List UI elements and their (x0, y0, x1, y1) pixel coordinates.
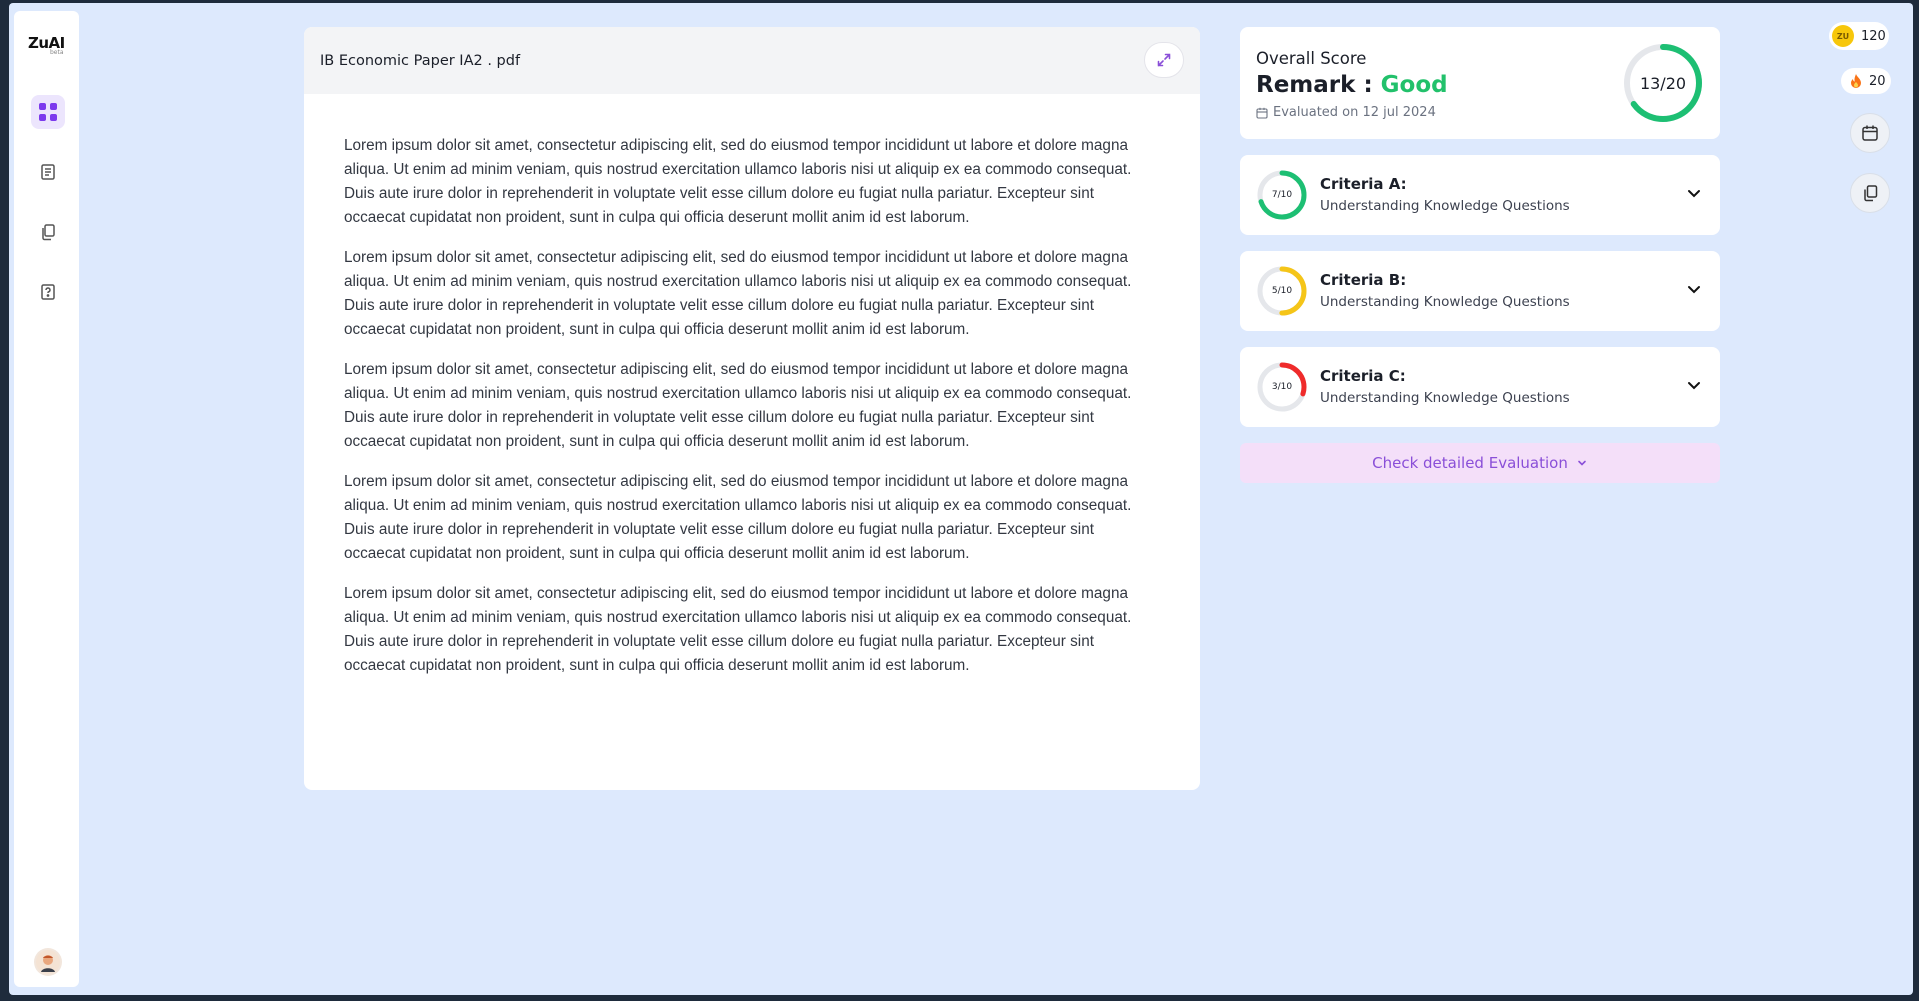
copy-button[interactable] (1850, 173, 1890, 213)
calendar-button[interactable] (1850, 113, 1890, 153)
coins-badge[interactable]: ZU 120 (1829, 22, 1889, 50)
chevron-down-icon[interactable] (1686, 281, 1702, 297)
overall-score-card: Overall Score Remark : Good Evaluated on… (1240, 27, 1720, 139)
criteria-b-score: 5/10 (1271, 286, 1293, 296)
notebook-icon (41, 164, 55, 180)
chevron-down-icon[interactable] (1686, 377, 1702, 393)
remark: Remark : Good (1256, 72, 1448, 98)
sidebar-item-questions[interactable] (31, 275, 65, 309)
criteria-card-c[interactable]: 3/10 Criteria C: Understanding Knowledge… (1240, 347, 1720, 427)
criteria-a-score: 7/10 (1271, 190, 1293, 200)
document-title: IB Economic Paper IA2 . pdf (320, 52, 521, 69)
criteria-c-score: 3/10 (1271, 382, 1293, 392)
criteria-b-ring: 5/10 (1256, 265, 1308, 317)
app-background: ZuAI beta IB Economic Paper IA2 . pdf Lo… (9, 3, 1913, 995)
expand-button[interactable] (1144, 42, 1184, 78)
document-paragraph: Lorem ipsum dolor sit amet, consectetur … (344, 137, 1132, 226)
avatar[interactable] (34, 948, 62, 976)
criteria-card-a[interactable]: 7/10 Criteria A: Understanding Knowledge… (1240, 155, 1720, 235)
document-paragraph: Lorem ipsum dolor sit amet, consectetur … (344, 585, 1132, 674)
criteria-c-subtitle: Understanding Knowledge Questions (1320, 390, 1570, 406)
criteria-b-title: Criteria B: (1320, 271, 1407, 289)
sidebar-item-dashboard[interactable] (31, 95, 65, 129)
chevron-down-icon (1578, 460, 1586, 466)
overall-score-ring: 13/20 (1622, 42, 1704, 124)
sidebar: ZuAI beta (14, 11, 79, 987)
criteria-c-ring: 3/10 (1256, 361, 1308, 413)
calendar-icon (1256, 107, 1268, 119)
document-paragraph: Lorem ipsum dolor sit amet, consectetur … (344, 473, 1132, 562)
dashboard-grid-icon (39, 103, 57, 121)
check-detailed-evaluation-button[interactable]: Check detailed Evaluation (1240, 443, 1720, 483)
zu-coin-icon: ZU (1832, 25, 1854, 47)
criteria-a-subtitle: Understanding Knowledge Questions (1320, 198, 1570, 214)
document-viewer: IB Economic Paper IA2 . pdf Lorem ipsum … (304, 27, 1200, 790)
sidebar-item-documents[interactable] (31, 215, 65, 249)
question-file-icon (41, 284, 55, 300)
calendar-icon (1862, 125, 1878, 141)
sidebar-item-notebook[interactable] (31, 155, 65, 189)
overall-score-value: 13/20 (1639, 73, 1687, 93)
document-body[interactable]: Lorem ipsum dolor sit amet, consectetur … (304, 94, 1200, 678)
copy-documents-icon (42, 224, 55, 241)
coins-count: 120 (1861, 28, 1886, 44)
overall-score-label: Overall Score (1256, 49, 1367, 68)
check-detailed-evaluation-label: Check detailed Evaluation (1372, 454, 1568, 472)
evaluated-date: Evaluated on 12 jul 2024 (1256, 105, 1436, 120)
logo[interactable]: ZuAI beta (28, 33, 68, 61)
remark-value: Good (1380, 72, 1448, 98)
document-header: IB Economic Paper IA2 . pdf (304, 27, 1200, 94)
document-paragraph: Lorem ipsum dolor sit amet, consectetur … (344, 249, 1132, 338)
criteria-b-subtitle: Understanding Knowledge Questions (1320, 294, 1570, 310)
logo-subtitle: beta (50, 49, 64, 56)
streak-count: 20 (1869, 73, 1886, 89)
criteria-card-b[interactable]: 5/10 Criteria B: Understanding Knowledge… (1240, 251, 1720, 331)
criteria-a-title: Criteria A: (1320, 175, 1407, 193)
copy-documents-icon (1864, 185, 1878, 202)
criteria-a-ring: 7/10 (1256, 169, 1308, 221)
chevron-down-icon[interactable] (1686, 185, 1702, 201)
document-paragraph: Lorem ipsum dolor sit amet, consectetur … (344, 361, 1132, 450)
expand-arrows-icon (1157, 53, 1171, 67)
user-avatar-icon (36, 950, 60, 974)
evaluated-date-text: Evaluated on 12 jul 2024 (1273, 105, 1436, 120)
fire-icon (1851, 74, 1861, 88)
streak-badge[interactable]: 20 (1841, 68, 1891, 94)
remark-prefix: Remark : (1256, 72, 1373, 98)
criteria-c-title: Criteria C: (1320, 367, 1406, 385)
